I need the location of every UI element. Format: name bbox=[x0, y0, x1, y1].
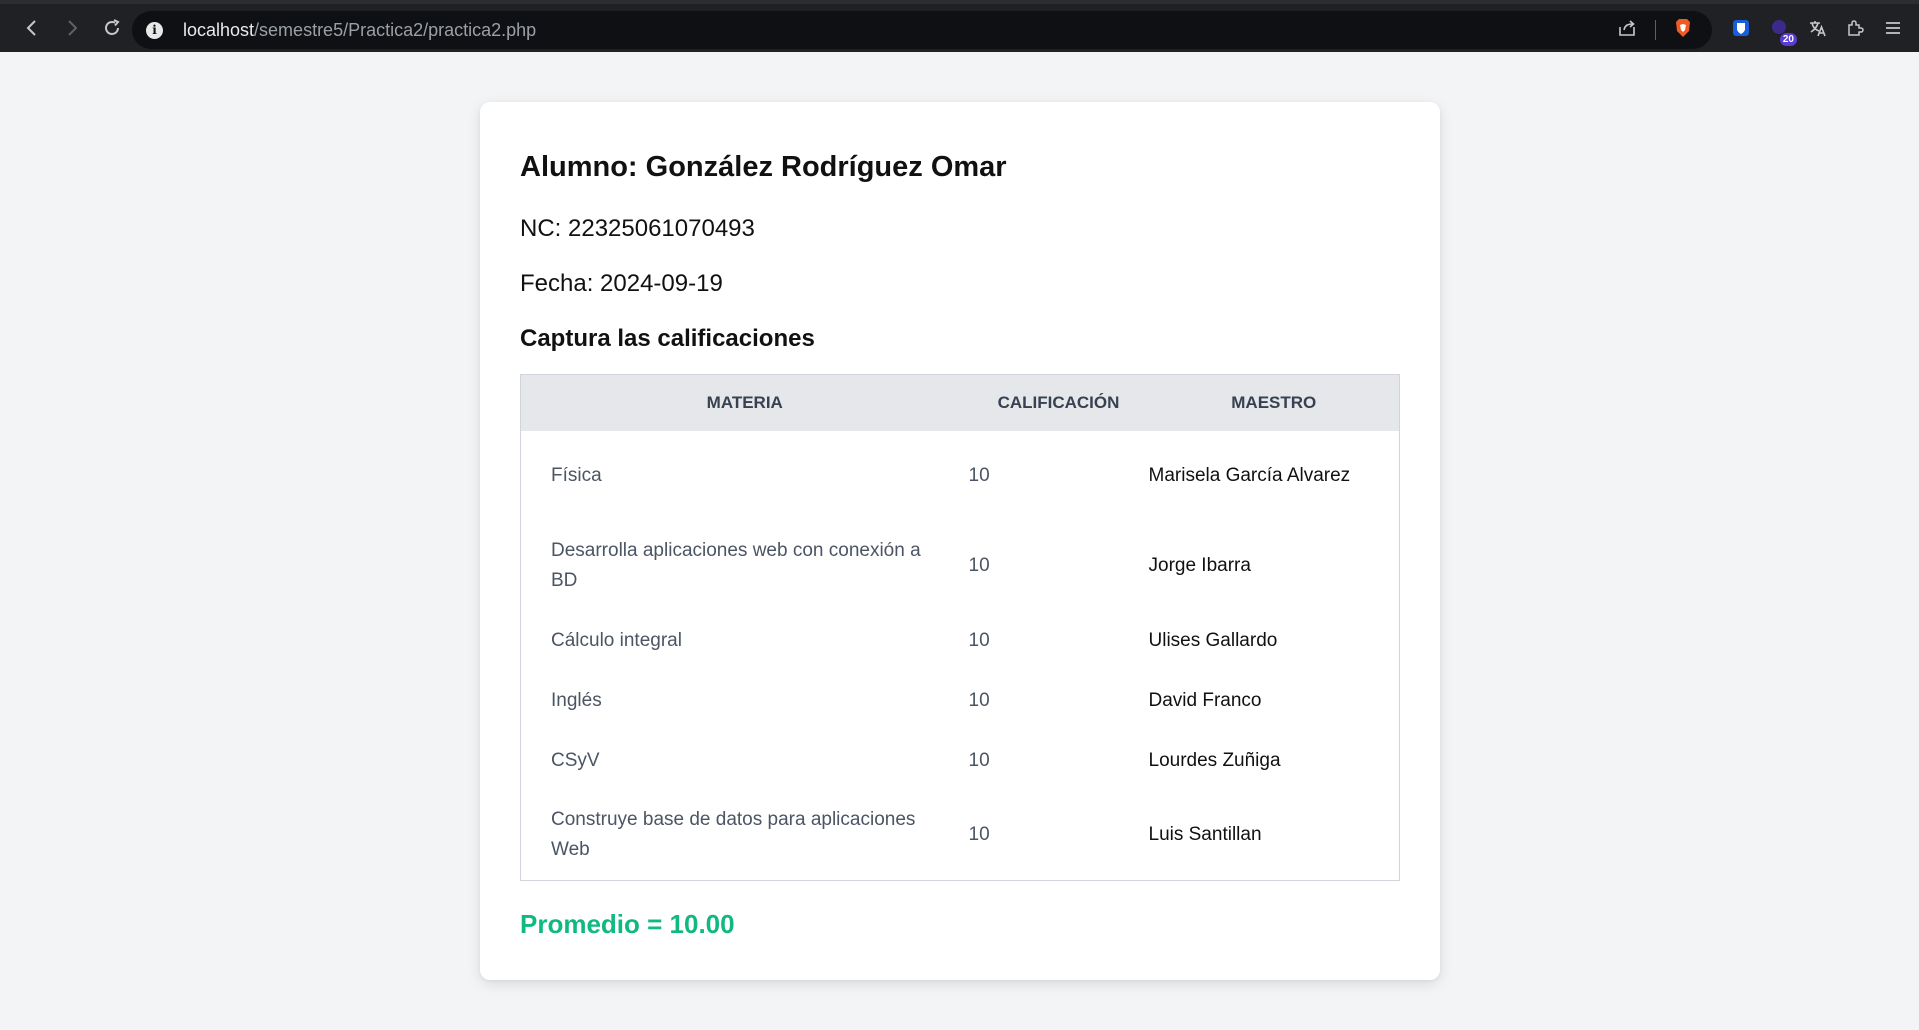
chevron-left-icon bbox=[26, 20, 36, 36]
cell-maestro: Luis Santillan bbox=[1148, 824, 1262, 846]
cell-calificacion: 10 bbox=[968, 749, 990, 771]
table-row: Inglés 10 David Franco bbox=[521, 671, 1400, 731]
cell-materia: Inglés bbox=[551, 689, 602, 711]
date-line: Fecha: 2024-09-19 bbox=[520, 270, 723, 297]
bitwarden-extension-icon[interactable] bbox=[1729, 16, 1753, 40]
student-name-heading: Alumno: González Rodríguez Omar bbox=[520, 151, 1007, 183]
translate-extension-icon[interactable] bbox=[1805, 16, 1829, 40]
cell-maestro: Ulises Gallardo bbox=[1148, 629, 1278, 651]
reload-button[interactable] bbox=[94, 10, 130, 46]
address-bar[interactable]: i localhost/semestre5/Practica2/practica… bbox=[132, 11, 1712, 49]
table-row: Construye base de datos para aplicacione… bbox=[521, 791, 1400, 881]
brave-shields-icon[interactable] bbox=[1674, 18, 1692, 43]
column-header-materia: MATERIA bbox=[520, 374, 969, 431]
cell-maestro: Jorge Ibarra bbox=[1148, 554, 1251, 576]
cell-calificacion: 10 bbox=[968, 629, 990, 651]
share-icon[interactable] bbox=[1617, 18, 1637, 43]
cell-materia: Cálculo integral bbox=[551, 629, 682, 651]
extension-badge: 20 bbox=[1779, 33, 1797, 46]
column-header-calificacion: CALIFICACIÓN bbox=[968, 374, 1149, 431]
cell-materia: Física bbox=[551, 464, 602, 486]
student-nc: NC: 22325061070493 bbox=[520, 215, 755, 242]
grades-card: Alumno: González Rodríguez Omar NC: 2232… bbox=[480, 102, 1440, 980]
grades-table: MATERIA CALIFICACIÓN MAESTRO Física 10 M… bbox=[520, 374, 1400, 881]
section-title: Captura las calificaciones bbox=[520, 325, 815, 352]
url-text: localhost/semestre5/Practica2/practica2.… bbox=[183, 19, 537, 40]
divider bbox=[1655, 20, 1656, 40]
table-row: Física 10 Marisela García Alvarez bbox=[521, 431, 1400, 521]
cell-calificacion: 10 bbox=[968, 689, 990, 711]
cell-calificacion: 10 bbox=[968, 464, 990, 486]
table-row: CSyV 10 Lourdes Zuñiga bbox=[521, 731, 1400, 791]
table-header-row: MATERIA CALIFICACIÓN MAESTRO bbox=[520, 374, 1400, 431]
cell-calificacion: 10 bbox=[968, 824, 990, 846]
cell-maestro: Marisela García Alvarez bbox=[1148, 464, 1351, 486]
cell-maestro: Lourdes Zuñiga bbox=[1148, 749, 1281, 771]
table-row: Cálculo integral 10 Ulises Gallardo bbox=[521, 611, 1400, 671]
extensions-puzzle-icon[interactable] bbox=[1843, 16, 1867, 40]
site-info-icon[interactable]: i bbox=[146, 21, 163, 39]
cell-materia: CSyV bbox=[551, 749, 600, 771]
forward-button[interactable] bbox=[54, 10, 90, 46]
cell-materia: Desarrolla aplicaciones web con conexión… bbox=[551, 539, 921, 591]
back-button[interactable] bbox=[14, 10, 50, 46]
cell-calificacion: 10 bbox=[968, 554, 990, 576]
cell-materia: Construye base de datos para aplicacione… bbox=[551, 809, 916, 861]
browser-toolbar: i localhost/semestre5/Practica2/practica… bbox=[0, 0, 1919, 52]
average-result: Promedio = 10.00 bbox=[520, 909, 735, 939]
chevron-right-icon bbox=[68, 20, 78, 36]
notification-extension-icon[interactable]: 20 bbox=[1767, 16, 1797, 46]
menu-icon[interactable] bbox=[1881, 16, 1905, 40]
column-header-maestro: MAESTRO bbox=[1148, 374, 1400, 431]
reload-icon bbox=[105, 19, 120, 35]
cell-maestro: David Franco bbox=[1148, 689, 1262, 711]
table-row: Desarrolla aplicaciones web con conexión… bbox=[521, 521, 1400, 611]
